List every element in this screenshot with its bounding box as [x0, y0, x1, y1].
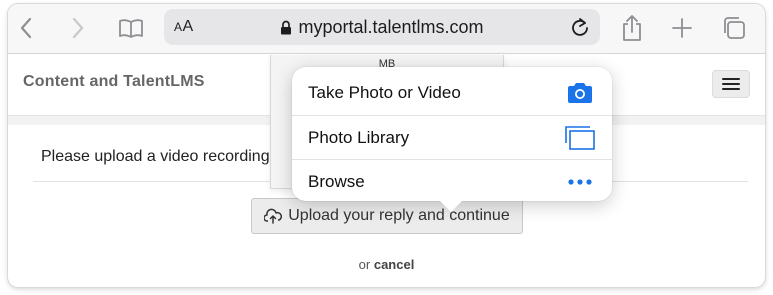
browser-toolbar: AA myportal.talentlms.com [8, 4, 765, 54]
url-text: myportal.talentlms.com [298, 17, 484, 37]
photo-library-icon [564, 124, 596, 152]
share-icon[interactable] [618, 14, 646, 42]
cloud-upload-icon [264, 208, 283, 224]
tabs-overview-icon[interactable] [720, 14, 748, 42]
lock-icon [280, 19, 292, 40]
reload-icon[interactable] [570, 16, 590, 43]
browser-window: AA myportal.talentlms.com Content and Ta… [8, 4, 765, 287]
take-photo-video-option[interactable]: Take Photo or Video [292, 71, 612, 115]
or-cancel-row: or cancel [8, 257, 765, 272]
upload-source-popover: Take Photo or Video Photo Library Browse [292, 67, 612, 212]
browse-option[interactable]: Browse [292, 159, 612, 203]
site-brand[interactable]: Content and TalentLMS [23, 73, 205, 91]
more-dots-icon [564, 168, 596, 196]
bookmarks-icon[interactable] [117, 14, 145, 42]
new-tab-icon[interactable] [668, 14, 696, 42]
photo-library-option[interactable]: Photo Library [292, 115, 612, 159]
option-label: Photo Library [308, 127, 410, 147]
url-display[interactable]: myportal.talentlms.com [164, 17, 600, 40]
back-icon[interactable] [12, 14, 40, 42]
cancel-link[interactable]: cancel [374, 257, 414, 272]
hamburger-menu-button[interactable] [712, 70, 750, 98]
forward-icon[interactable] [64, 14, 92, 42]
upload-button-label: Upload your reply and continue [288, 207, 510, 224]
upload-prompt: Please upload a video recording [41, 148, 270, 165]
popover-arrow [438, 199, 464, 212]
address-bar[interactable]: AA myportal.talentlms.com [164, 9, 600, 45]
or-text: or [358, 257, 371, 272]
option-label: Browse [308, 171, 365, 191]
hamburger-icon [722, 78, 740, 90]
camera-icon [564, 79, 596, 107]
upload-reply-button[interactable]: Upload your reply and continue [251, 198, 523, 234]
option-label: Take Photo or Video [308, 83, 461, 102]
